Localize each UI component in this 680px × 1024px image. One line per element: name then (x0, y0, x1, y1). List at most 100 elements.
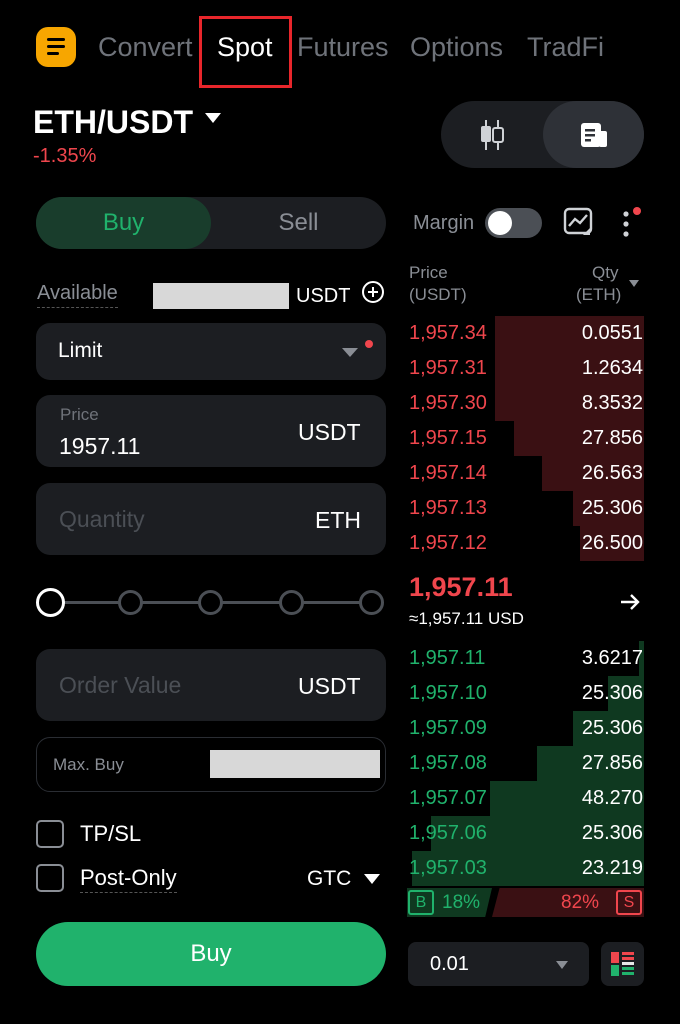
order-value-input[interactable]: Order Value USDT (36, 649, 386, 721)
pair-selector[interactable]: ETH/USDT (33, 102, 193, 142)
bid-row[interactable]: 1,957.06 25.306 (407, 816, 644, 851)
post-only-checkbox[interactable] (36, 864, 64, 892)
ask-price: 1,957.30 (409, 392, 487, 414)
price-input[interactable]: Price 1957.11 USDT (36, 395, 386, 467)
buy-ratio-value: 18% (442, 892, 481, 913)
price-input-label: Price (60, 405, 99, 424)
chart-icon[interactable] (563, 207, 593, 237)
qty-unit-dropdown-icon[interactable] (629, 280, 639, 287)
notification-dot (633, 207, 641, 215)
precision-select[interactable]: 0.01 (408, 942, 589, 986)
pair-dropdown-icon[interactable] (205, 113, 221, 123)
slider-stop-25[interactable] (118, 590, 143, 615)
bid-row[interactable]: 1,957.08 27.856 (407, 746, 644, 781)
margin-label: Margin (413, 212, 475, 234)
bid-price: 1,957.09 (409, 717, 487, 739)
max-buy-label: Max. Buy (53, 755, 124, 774)
ask-row[interactable]: 1,957.13 25.306 (407, 491, 644, 526)
chevron-down-icon[interactable] (364, 874, 380, 884)
buy-ratio-tag: B (408, 890, 434, 915)
bid-price: 1,957.03 (409, 857, 487, 879)
available-label: Available (37, 282, 118, 308)
ask-price: 1,957.31 (409, 357, 487, 379)
bid-qty: 48.270 (581, 787, 643, 809)
sell-ratio-tag: S (616, 890, 642, 915)
ask-qty: 0.0551 (581, 322, 643, 344)
layout-icon (611, 952, 634, 976)
available-balance-redacted (153, 283, 289, 309)
margin-toggle-knob (488, 211, 512, 235)
ask-row[interactable]: 1,957.34 0.0551 (407, 316, 644, 351)
tab-futures[interactable]: Futures (297, 30, 389, 64)
ask-price: 1,957.13 (409, 497, 487, 519)
bid-row[interactable]: 1,957.03 23.219 (407, 851, 644, 886)
book-qty-unit[interactable]: (ETH) (576, 285, 621, 305)
candlestick-icon (480, 119, 504, 150)
side-toggle: Buy Sell (36, 197, 386, 249)
slider-stop-0[interactable] (36, 588, 65, 617)
bid-qty: 27.856 (581, 752, 643, 774)
book-price-header: Price (409, 263, 448, 282)
buy-button[interactable]: Buy (36, 922, 386, 986)
bid-price: 1,957.10 (409, 682, 487, 704)
ask-row[interactable]: 1,957.12 26.500 (407, 526, 644, 561)
bid-qty: 25.306 (581, 717, 643, 739)
ask-price: 1,957.12 (409, 532, 487, 554)
ask-qty: 8.3532 (581, 392, 643, 414)
add-circle-icon[interactable] (362, 281, 384, 303)
tab-options[interactable]: Options (410, 30, 503, 64)
sell-ratio-value: 82% (561, 892, 600, 913)
tab-convert[interactable]: Convert (98, 30, 193, 64)
bid-price: 1,957.11 (409, 647, 486, 669)
ask-price: 1,957.34 (409, 322, 487, 344)
bid-row[interactable]: 1,957.09 25.306 (407, 711, 644, 746)
bid-price: 1,957.08 (409, 752, 487, 774)
quantity-placeholder: Quantity (59, 506, 145, 532)
bid-price: 1,957.07 (409, 787, 487, 809)
slider-stop-75[interactable] (279, 590, 304, 615)
bid-row[interactable]: 1,957.11 3.6217 (407, 641, 644, 676)
orderbook-view-button[interactable] (543, 101, 644, 168)
tpsl-label[interactable]: TP/SL (80, 821, 141, 847)
price-change: -1.35% (33, 145, 97, 167)
time-in-force-select[interactable]: GTC (307, 867, 351, 891)
price-unit: USDT (298, 419, 361, 445)
ask-qty: 26.500 (581, 532, 643, 554)
slider-stop-100[interactable] (359, 590, 384, 615)
slider-stop-50[interactable] (198, 590, 223, 615)
precision-value: 0.01 (430, 953, 469, 975)
ask-row[interactable]: 1,957.31 1.2634 (407, 351, 644, 386)
ask-qty: 27.856 (581, 427, 643, 449)
order-type-select[interactable]: Limit (36, 323, 386, 380)
bid-row[interactable]: 1,957.07 48.270 (407, 781, 644, 816)
ask-row[interactable]: 1,957.14 26.563 (407, 456, 644, 491)
sell-side-button[interactable]: Sell (211, 197, 386, 249)
tab-tradfi[interactable]: TradFi (527, 30, 604, 64)
tpsl-checkbox[interactable] (36, 820, 64, 848)
buy-side-button[interactable]: Buy (36, 197, 211, 249)
bid-qty: 25.306 (581, 822, 643, 844)
chevron-down-icon (342, 348, 358, 357)
last-price-usd: ≈1,957.11 USD (409, 609, 524, 628)
bid-qty: 25.306 (581, 682, 643, 704)
arrow-right-icon[interactable] (619, 591, 641, 613)
ask-row[interactable]: 1,957.30 8.3532 (407, 386, 644, 421)
margin-toggle[interactable] (485, 208, 542, 238)
ask-price: 1,957.15 (409, 427, 487, 449)
order-type-value: Limit (58, 339, 103, 362)
buy-sell-ratio: B 18% 82% S (407, 888, 644, 917)
ask-row[interactable]: 1,957.15 27.856 (407, 421, 644, 456)
bid-row[interactable]: 1,957.10 25.306 (407, 676, 644, 711)
quantity-input[interactable]: Quantity ETH (36, 483, 386, 555)
bid-qty: 3.6217 (581, 647, 643, 669)
chart-view-button[interactable] (441, 101, 542, 168)
post-only-label[interactable]: Post-Only (80, 865, 177, 893)
menu-icon[interactable] (36, 27, 76, 67)
ask-qty: 1.2634 (581, 357, 643, 379)
bid-qty: 23.219 (581, 857, 643, 879)
last-price: 1,957.11 (409, 572, 513, 602)
book-price-unit: (USDT) (409, 285, 467, 304)
book-layout-button[interactable] (601, 942, 644, 986)
spot-tab-highlight (199, 16, 292, 88)
price-input-value: 1957.11 (59, 433, 141, 459)
